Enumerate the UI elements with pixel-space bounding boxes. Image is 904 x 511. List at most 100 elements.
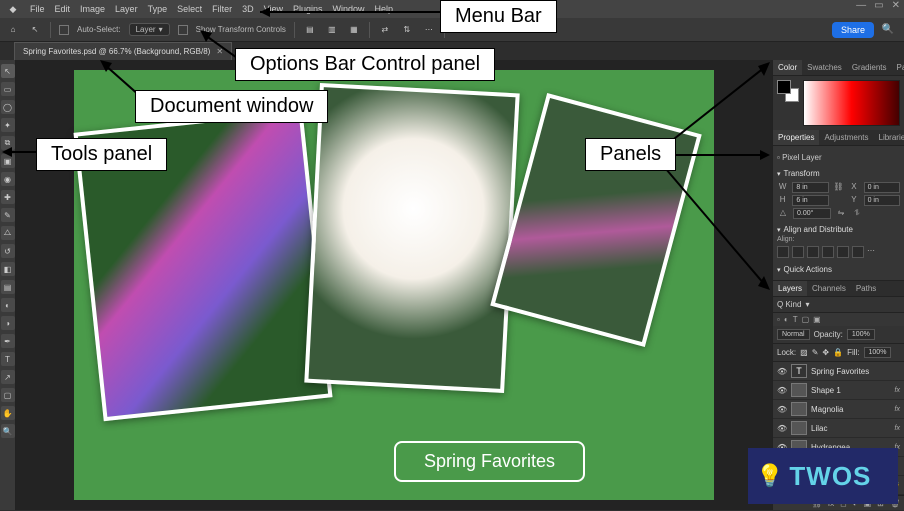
- align-cv-button[interactable]: [837, 246, 849, 258]
- stamp-tool[interactable]: ⧍: [1, 226, 15, 240]
- autoselect-checkbox[interactable]: [59, 25, 69, 35]
- filter-shape-icon[interactable]: ▢: [802, 315, 810, 324]
- close-icon[interactable]: ✕: [892, 0, 900, 11]
- filter-type-icon[interactable]: T: [793, 315, 798, 324]
- fg-color-swatch[interactable]: [777, 80, 791, 94]
- dodge-tool[interactable]: ◑: [1, 316, 15, 330]
- align-t-button[interactable]: [822, 246, 834, 258]
- transform-section-header[interactable]: Transform: [777, 165, 900, 180]
- lock-position-icon[interactable]: ✥: [822, 348, 829, 357]
- x-field[interactable]: 0 in: [864, 182, 900, 193]
- hand-tool[interactable]: ✋: [1, 406, 15, 420]
- fg-bg-swatch[interactable]: [777, 80, 799, 102]
- quick-actions-header[interactable]: Quick Actions: [777, 261, 900, 276]
- angle-field[interactable]: 0.00°: [793, 208, 831, 219]
- marquee-tool[interactable]: ▭: [1, 82, 15, 96]
- document-window[interactable]: Spring Favorites: [16, 60, 772, 510]
- width-field[interactable]: 8 in: [792, 182, 828, 193]
- blur-tool[interactable]: ◐: [1, 298, 15, 312]
- lock-all-icon[interactable]: 🔒: [833, 348, 843, 357]
- height-field[interactable]: 6 in: [792, 195, 828, 206]
- fill-field[interactable]: 100%: [864, 347, 892, 358]
- visibility-icon[interactable]: 👁: [777, 367, 787, 376]
- lasso-tool[interactable]: ◯: [1, 100, 15, 114]
- menu-select[interactable]: Select: [177, 4, 202, 14]
- move-tool[interactable]: ↖: [1, 64, 15, 78]
- blend-mode-dropdown[interactable]: Normal: [777, 329, 810, 340]
- autoselect-mode-dropdown[interactable]: Layer▾: [129, 23, 170, 36]
- filter-adjust-icon[interactable]: ◐: [784, 315, 789, 324]
- eraser-tool[interactable]: ◧: [1, 262, 15, 276]
- menu-edit[interactable]: Edit: [55, 4, 71, 14]
- y-field[interactable]: 0 in: [864, 195, 900, 206]
- more-icon[interactable]: ⋯: [422, 23, 436, 37]
- align-center-icon[interactable]: ▥: [325, 23, 339, 37]
- search-icon[interactable]: 🔍: [882, 24, 894, 35]
- tab-layers[interactable]: Layers: [773, 281, 807, 296]
- distribute-h-icon[interactable]: ⇄: [378, 23, 392, 37]
- brush-tool[interactable]: ✎: [1, 208, 15, 222]
- align-left-icon[interactable]: ▤: [303, 23, 317, 37]
- flip-h-icon[interactable]: ⇋: [835, 208, 847, 219]
- canvas-title-box[interactable]: Spring Favorites: [394, 441, 585, 482]
- tab-swatches[interactable]: Swatches: [802, 60, 847, 75]
- tab-properties[interactable]: Properties: [773, 130, 819, 145]
- opacity-field[interactable]: 100%: [847, 329, 875, 340]
- history-brush-tool[interactable]: ↺: [1, 244, 15, 258]
- tab-patterns[interactable]: Patterns: [892, 60, 904, 75]
- link-icon[interactable]: ⛓: [833, 182, 844, 193]
- align-right-icon[interactable]: ▦: [347, 23, 361, 37]
- restore-icon[interactable]: ▭: [874, 0, 883, 11]
- layer-name: Magnolia: [811, 405, 891, 414]
- align-r-button[interactable]: [807, 246, 819, 258]
- home-icon[interactable]: ⌂: [6, 23, 20, 37]
- tab-gradients[interactable]: Gradients: [847, 60, 892, 75]
- visibility-icon[interactable]: 👁: [777, 405, 787, 414]
- menu-file[interactable]: File: [30, 4, 45, 14]
- heal-tool[interactable]: ✚: [1, 190, 15, 204]
- distribute-v-icon[interactable]: ⇅: [400, 23, 414, 37]
- tab-color[interactable]: Color: [773, 60, 802, 75]
- transform-checkbox[interactable]: [178, 25, 188, 35]
- tab-channels[interactable]: Channels: [807, 281, 851, 296]
- layer-row[interactable]: 👁Shape 1fx: [773, 381, 904, 400]
- canvas[interactable]: Spring Favorites: [74, 70, 714, 500]
- layer-row[interactable]: 👁Magnoliafx: [773, 400, 904, 419]
- layer-thumb: [791, 402, 807, 416]
- zoom-tool[interactable]: 🔍: [1, 424, 15, 438]
- menu-layer[interactable]: Layer: [115, 4, 138, 14]
- align-b-button[interactable]: [852, 246, 864, 258]
- minimize-icon[interactable]: —: [856, 0, 866, 11]
- layer-row[interactable]: 👁TSpring Favorites: [773, 362, 904, 381]
- type-tool[interactable]: T: [1, 352, 15, 366]
- shape-tool[interactable]: ▢: [1, 388, 15, 402]
- photo-magnolia[interactable]: [304, 83, 519, 393]
- path-tool[interactable]: ↗: [1, 370, 15, 384]
- menu-3d[interactable]: 3D: [242, 4, 254, 14]
- lock-pixels-icon[interactable]: ✎: [812, 348, 819, 357]
- tab-paths[interactable]: Paths: [851, 281, 881, 296]
- gradient-tool[interactable]: ▤: [1, 280, 15, 294]
- align-l-button[interactable]: [777, 246, 789, 258]
- align-ch-button[interactable]: [792, 246, 804, 258]
- filter-pixel-icon[interactable]: ▫: [777, 315, 780, 324]
- filter-smart-icon[interactable]: ▣: [813, 315, 821, 324]
- kind-dropdown-icon[interactable]: ▾: [805, 300, 809, 309]
- visibility-icon[interactable]: 👁: [777, 424, 787, 433]
- menu-type[interactable]: Type: [148, 4, 168, 14]
- layer-row[interactable]: 👁Lilacfx: [773, 419, 904, 438]
- color-spectrum[interactable]: [803, 80, 900, 126]
- align-more-icon[interactable]: ⋯: [867, 246, 875, 258]
- menu-filter[interactable]: Filter: [212, 4, 232, 14]
- flip-v-icon[interactable]: ⥮: [851, 208, 863, 219]
- tab-libraries[interactable]: Libraries: [874, 130, 904, 145]
- pen-tool[interactable]: ✒: [1, 334, 15, 348]
- share-button[interactable]: Share: [832, 22, 874, 38]
- wand-tool[interactable]: ✦: [1, 118, 15, 132]
- eyedropper-tool[interactable]: ◉: [1, 172, 15, 186]
- visibility-icon[interactable]: 👁: [777, 386, 787, 395]
- lock-transparency-icon[interactable]: ▨: [800, 348, 808, 357]
- align-section-header[interactable]: Align and Distribute: [777, 221, 900, 236]
- tab-adjustments[interactable]: Adjustments: [819, 130, 873, 145]
- menu-image[interactable]: Image: [80, 4, 105, 14]
